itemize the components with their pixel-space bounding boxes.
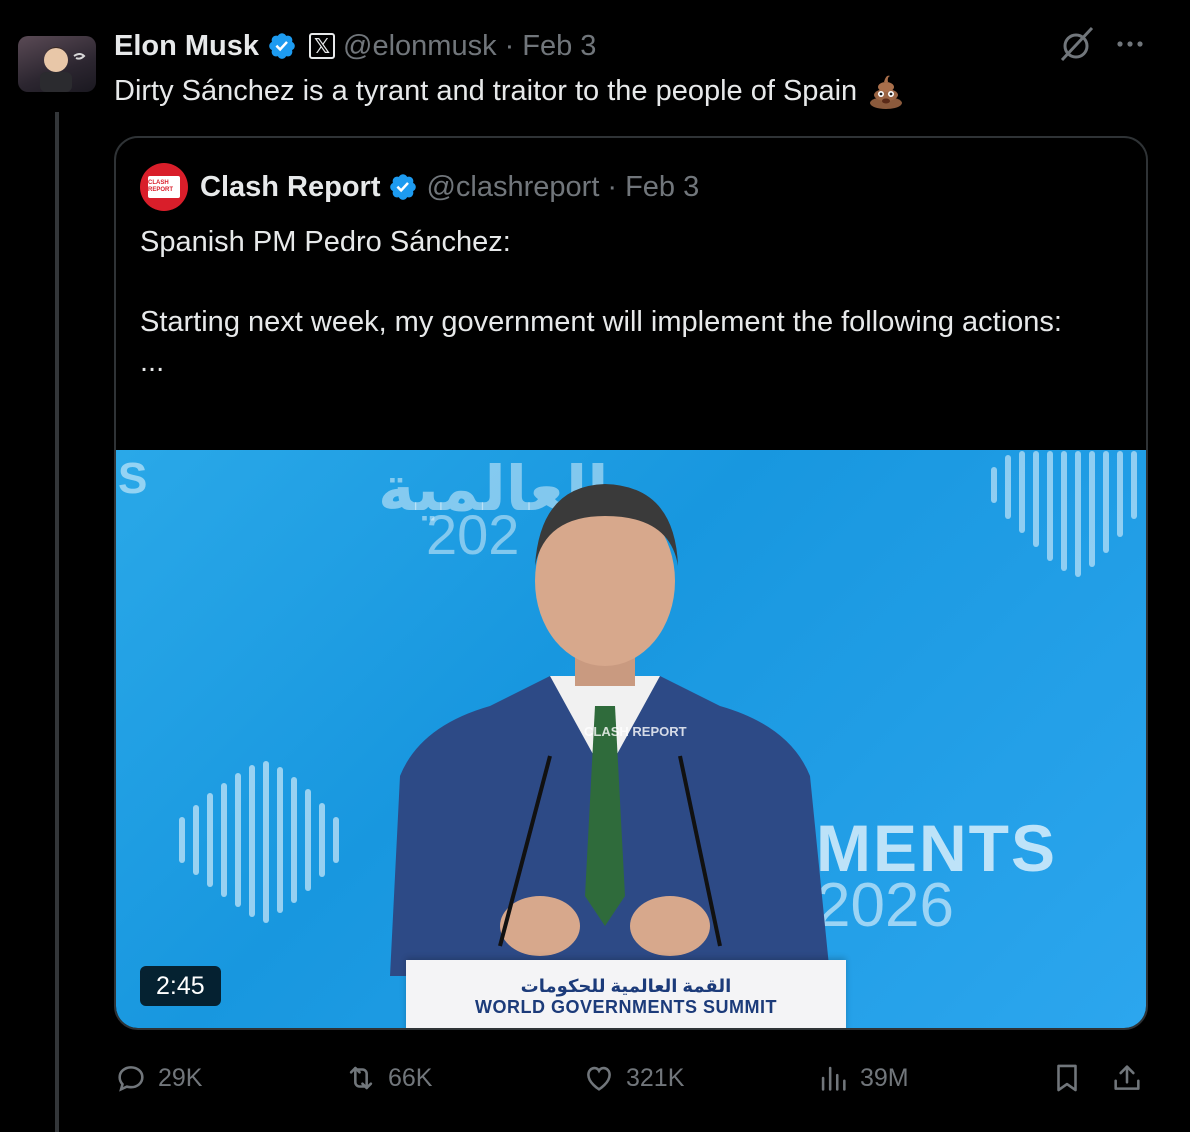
avatar[interactable] bbox=[18, 36, 96, 92]
author-handle[interactable]: @elonmusk bbox=[343, 30, 497, 63]
heart-icon bbox=[587, 1066, 611, 1091]
video-duration-badge: 2:45 bbox=[140, 966, 221, 1006]
quoted-tweet-card[interactable]: CLASH REPORT Clash Report @clashreport ·… bbox=[114, 136, 1148, 1030]
repost-count: 66K bbox=[388, 1063, 433, 1092]
reply-count: 29K bbox=[158, 1063, 203, 1092]
tweet-text-content: Dirty Sánchez is a tyrant and traitor to… bbox=[114, 74, 858, 107]
quoted-avatar-logo: CLASH REPORT bbox=[148, 176, 180, 198]
clash-report-watermark: CLASH REPORT bbox=[584, 724, 687, 739]
bookmark-icon bbox=[1057, 1064, 1077, 1092]
quoted-tweet-text: Spanish PM Pedro Sánchez: Starting next … bbox=[140, 226, 1062, 378]
tweet-date[interactable]: Feb 3 bbox=[522, 30, 596, 63]
separator-dot: · bbox=[504, 29, 515, 62]
quoted-author-handle[interactable]: @clashreport bbox=[426, 171, 599, 204]
like-count: 321K bbox=[626, 1063, 685, 1092]
quoted-tweet-header: CLASH REPORT Clash Report @clashreport ·… bbox=[140, 162, 699, 212]
pile-of-poo-icon bbox=[870, 75, 903, 109]
grok-icon[interactable] bbox=[1056, 24, 1096, 64]
more-options-icon[interactable] bbox=[1112, 30, 1148, 58]
quoted-author-name[interactable]: Clash Report bbox=[200, 171, 380, 204]
verified-badge-icon bbox=[390, 174, 417, 200]
tweet-action-bar: 29K 66K 321K 39M bbox=[114, 1056, 1148, 1100]
backdrop-text-s: S bbox=[118, 454, 148, 503]
podium-arabic-text: القمة العالمية للحكومات bbox=[520, 976, 732, 996]
repost-button[interactable]: 66K bbox=[344, 1056, 432, 1100]
x-affiliate-badge-icon: 𝕏 bbox=[309, 33, 336, 59]
quoted-avatar[interactable]: CLASH REPORT bbox=[140, 163, 188, 211]
views-count: 39M bbox=[860, 1063, 909, 1092]
backdrop-pattern-left bbox=[179, 761, 339, 923]
tweet-header: Elon Musk 𝕏 @elonmusk · Feb 3 bbox=[114, 24, 596, 68]
thread-line bbox=[55, 112, 59, 1132]
like-button[interactable]: 321K bbox=[582, 1056, 684, 1100]
reply-button[interactable]: 29K bbox=[114, 1056, 202, 1100]
tweet-page: Elon Musk 𝕏 @elonmusk · Feb 3 Dirty Sánc… bbox=[0, 0, 1190, 1132]
separator-dot: · bbox=[607, 170, 618, 203]
video-player[interactable]: S العالمية 202 MENTS 2026 CLASH REPORT ا… bbox=[116, 450, 1146, 1028]
bookmark-button[interactable] bbox=[1050, 1056, 1084, 1100]
share-button[interactable] bbox=[1110, 1056, 1144, 1100]
podium: القمة العالمية للحكومات WORLD GOVERNMENT… bbox=[406, 960, 846, 1028]
quoted-tweet-date[interactable]: Feb 3 bbox=[625, 171, 699, 204]
podium-english-text: WORLD GOVERNMENTS SUMMIT bbox=[475, 997, 777, 1017]
share-icon bbox=[1114, 1065, 1140, 1090]
reply-icon bbox=[118, 1066, 144, 1092]
views-button[interactable]: 39M bbox=[816, 1056, 909, 1100]
verified-badge-icon bbox=[269, 33, 295, 59]
author-name[interactable]: Elon Musk bbox=[114, 30, 259, 63]
tweet-text: Dirty Sánchez is a tyrant and traitor to… bbox=[114, 72, 905, 110]
repost-icon bbox=[349, 1066, 373, 1090]
views-icon bbox=[821, 1066, 846, 1091]
backdrop-pattern-right bbox=[991, 451, 1137, 577]
